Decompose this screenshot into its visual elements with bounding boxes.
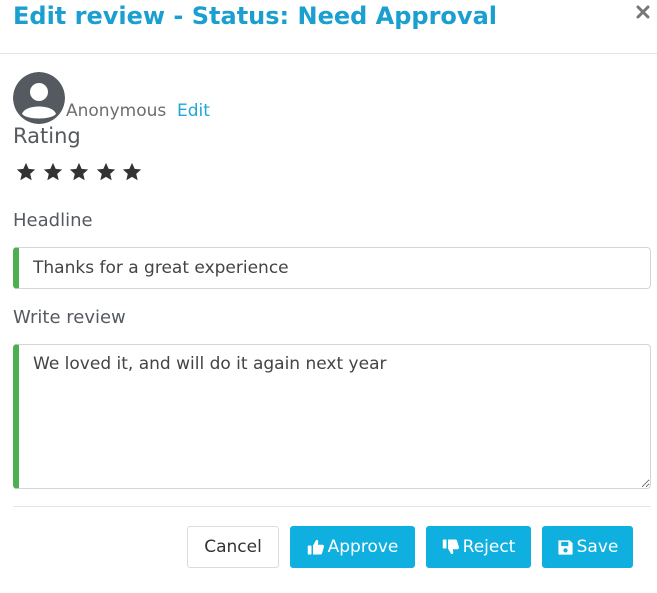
save-button-label: Save	[576, 537, 619, 557]
edit-review-modal: Edit review - Status: Need Approval Anon…	[0, 0, 657, 593]
footer-divider	[13, 506, 651, 507]
star-icon[interactable]	[42, 161, 64, 183]
thumbs-down-icon	[442, 539, 459, 555]
rating-label: Rating	[13, 124, 81, 148]
headline-input[interactable]	[13, 247, 651, 289]
approve-button[interactable]: Approve	[290, 526, 415, 568]
star-rating[interactable]	[15, 161, 148, 183]
modal-header: Edit review - Status: Need Approval	[0, 0, 657, 54]
thumbs-up-icon	[307, 539, 324, 555]
review-textarea[interactable]: We loved it, and will do it again next y…	[13, 344, 651, 489]
star-icon[interactable]	[68, 161, 90, 183]
modal-title: Edit review - Status: Need Approval	[13, 2, 497, 30]
star-icon[interactable]	[95, 161, 117, 183]
approve-button-label: Approve	[327, 537, 399, 557]
save-button[interactable]: Save	[542, 526, 633, 568]
close-icon[interactable]	[632, 1, 654, 23]
star-icon[interactable]	[15, 161, 37, 183]
reject-button[interactable]: Reject	[426, 526, 531, 568]
headline-label: Headline	[13, 210, 93, 231]
review-label: Write review	[13, 307, 126, 328]
floppy-disk-icon	[558, 539, 573, 555]
author-name: Anonymous	[66, 101, 167, 121]
user-avatar-icon[interactable]	[13, 72, 65, 124]
edit-author-link[interactable]: Edit	[177, 101, 210, 121]
cancel-button-label: Cancel	[204, 537, 262, 557]
star-icon[interactable]	[121, 161, 143, 183]
modal-body: Anonymous Edit Rating Headline Write rev…	[0, 55, 657, 593]
reject-button-label: Reject	[462, 537, 516, 557]
cancel-button[interactable]: Cancel	[187, 526, 279, 568]
